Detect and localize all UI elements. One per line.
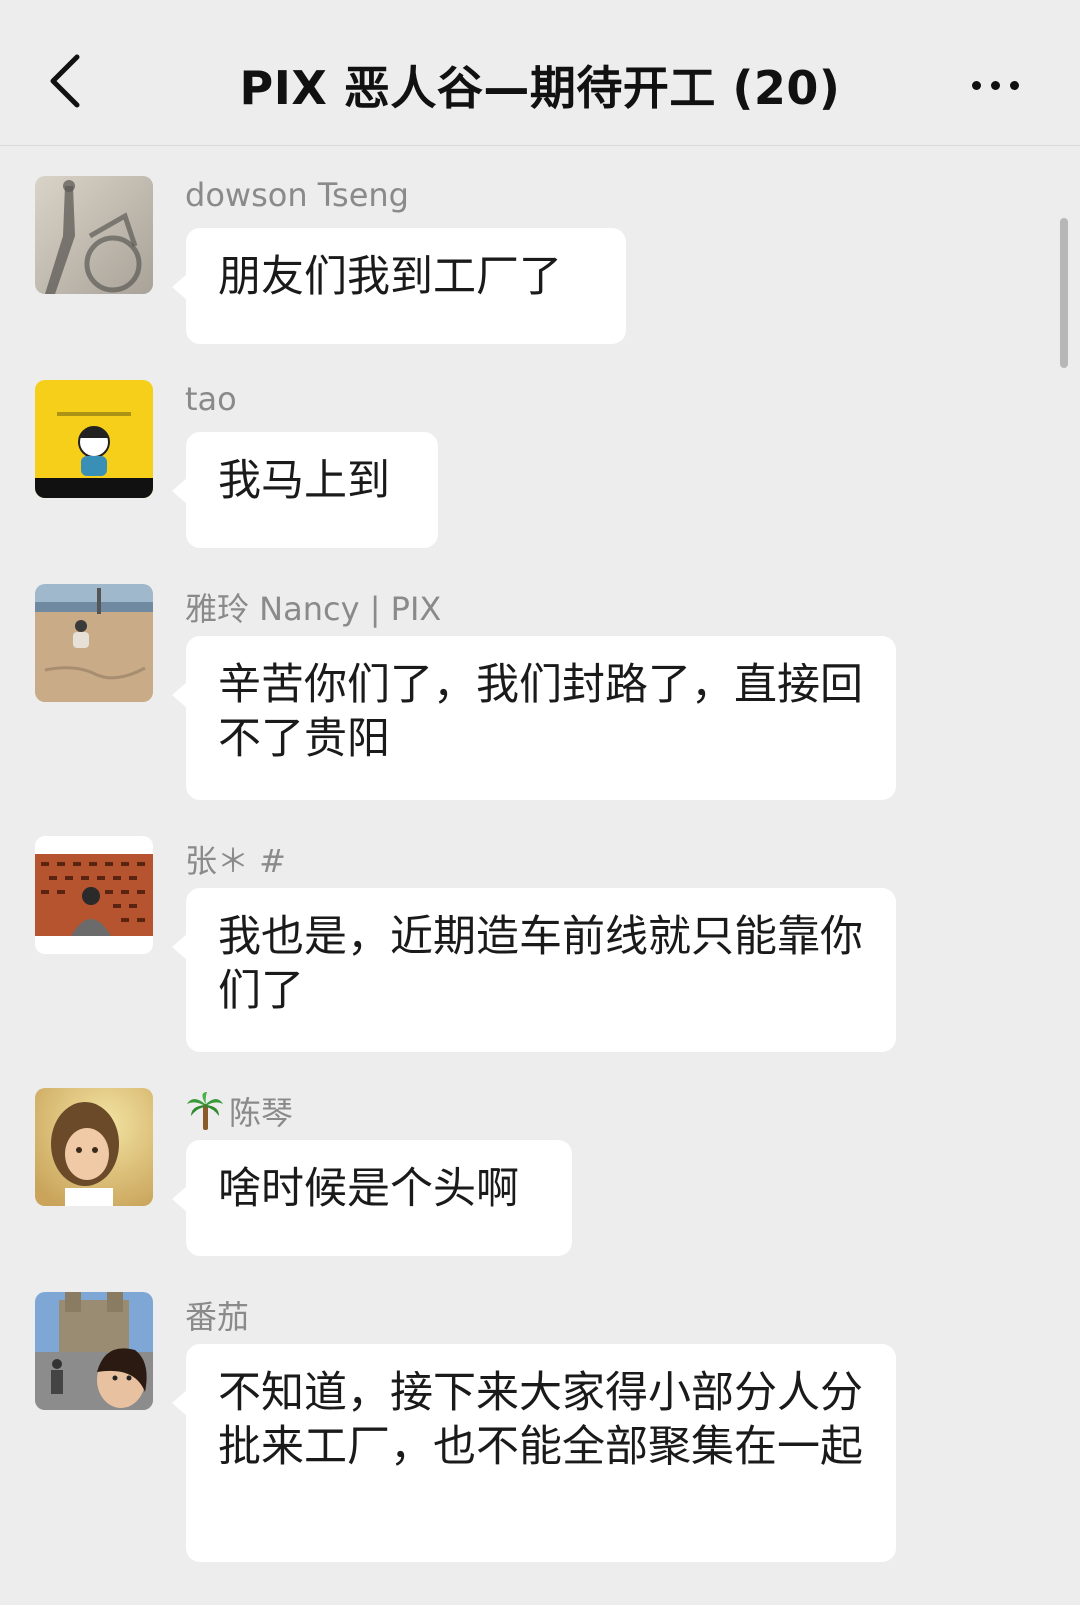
message-bubble[interactable]: 不知道，接下来大家得小部分人分批来工厂，也不能全部聚集在一起 bbox=[172, 1344, 896, 1562]
sender-name: 陈琴 bbox=[185, 1088, 293, 1134]
message-list[interactable]: dowson Tseng 朋友们我到工厂了 tao 我马上到 雅玲 Nancy … bbox=[0, 146, 1080, 1605]
sender-name: tao bbox=[185, 380, 237, 418]
message-text: 不知道，接下来大家得小部分人分批来工厂，也不能全部聚集在一起 bbox=[218, 1368, 863, 1472]
message-bubble[interactable]: 朋友们我到工厂了 bbox=[172, 228, 626, 344]
message-text: 朋友们我到工厂了 bbox=[218, 252, 562, 302]
message-bubble[interactable]: 啥时候是个头啊 bbox=[172, 1140, 572, 1256]
sender-name: 番茄 bbox=[185, 1298, 250, 1336]
back-button[interactable] bbox=[30, 46, 100, 116]
palm-tree-icon bbox=[187, 1092, 223, 1130]
avatar[interactable] bbox=[35, 836, 153, 954]
avatar-shadow-bike-image bbox=[35, 176, 153, 294]
sender-name: 张＊ # bbox=[185, 842, 286, 880]
chat-title: PIX 恶人谷—期待开工 (20) bbox=[239, 61, 841, 115]
message-bubble[interactable]: 我马上到 bbox=[172, 432, 438, 548]
nav-bar: PIX 恶人谷—期待开工 (20) bbox=[0, 0, 1080, 146]
avatar-selfie-cathedral-image bbox=[35, 1292, 153, 1410]
avatar-beach-image bbox=[35, 584, 153, 702]
avatar[interactable] bbox=[35, 380, 153, 498]
back-arrow-icon bbox=[50, 54, 80, 108]
sender-name: 雅玲 Nancy | PIX bbox=[185, 590, 442, 628]
message-text: 我马上到 bbox=[218, 456, 390, 506]
message-bubble[interactable]: 辛苦你们了，我们封路了，直接回不了贵阳 bbox=[172, 636, 896, 800]
avatar[interactable] bbox=[35, 1088, 153, 1206]
more-dot bbox=[1009, 80, 1019, 90]
avatar-cartoon-image bbox=[35, 380, 153, 498]
avatar[interactable] bbox=[35, 584, 153, 702]
message-text: 我也是，近期造车前线就只能靠你们了 bbox=[218, 912, 863, 1016]
message-text: 啥时候是个头啊 bbox=[218, 1164, 519, 1214]
avatar-child-portrait-image bbox=[35, 1088, 153, 1206]
more-dots-icon bbox=[971, 80, 981, 90]
message-text: 辛苦你们了，我们封路了，直接回不了贵阳 bbox=[218, 660, 863, 764]
sender-name-text: 陈琴 bbox=[229, 1094, 294, 1132]
avatar[interactable] bbox=[35, 1292, 153, 1410]
sender-name: dowson Tseng bbox=[185, 176, 409, 214]
avatar[interactable] bbox=[35, 176, 153, 294]
message-bubble[interactable]: 我也是，近期造车前线就只能靠你们了 bbox=[172, 888, 896, 1052]
more-options-button[interactable] bbox=[950, 60, 1040, 110]
avatar-brick-wall-image bbox=[35, 836, 153, 954]
more-dot bbox=[990, 80, 1000, 90]
chat-screen: PIX 恶人谷—期待开工 (20) dowson Tseng 朋友们我到工厂了 … bbox=[0, 0, 1080, 1605]
scrollbar[interactable] bbox=[1060, 218, 1068, 368]
